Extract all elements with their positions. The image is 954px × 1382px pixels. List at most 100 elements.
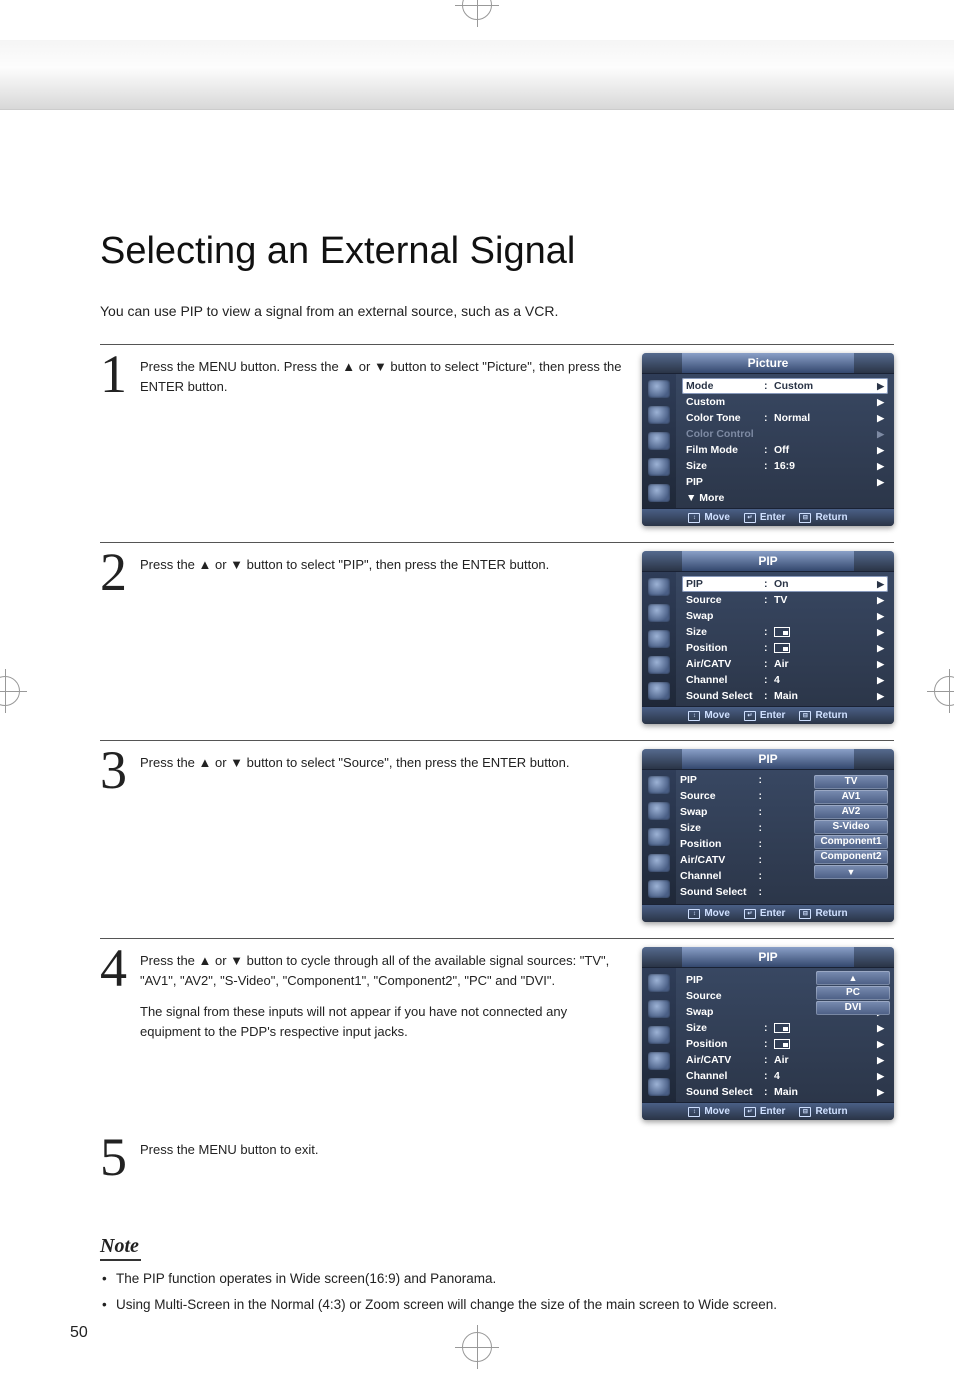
step-5: 5 Press the MENU button to exit.	[100, 1136, 894, 1195]
chevron-right-icon: ▶	[874, 611, 884, 622]
osd-row-value: TV	[774, 594, 874, 606]
step-text: Press the ▲ or ▼ button to select "PIP",…	[140, 551, 549, 575]
chevron-right-icon: ▶	[874, 1087, 884, 1098]
move-icon: ↕	[688, 1107, 700, 1117]
osd-source-option: AV1	[814, 790, 888, 804]
osd-menu-row: Swap▶	[682, 608, 888, 624]
osd-category-icons	[642, 374, 676, 508]
step-number: 2	[100, 551, 132, 594]
osd-row-label: Air/CATV	[686, 1054, 764, 1066]
chevron-right-icon: ▶	[874, 595, 884, 606]
hint-enter: Enter	[760, 1106, 786, 1117]
osd-row-label: Position	[686, 642, 764, 654]
step-number: 3	[100, 749, 132, 792]
osd-row-value: Air	[774, 1054, 874, 1066]
osd-row-label: Color Control	[686, 428, 764, 440]
osd-row-value	[774, 642, 874, 654]
osd-footer: ↕Move ↵Enter ⊟Return	[642, 508, 894, 526]
step-text: Press the MENU button to exit.	[140, 1136, 318, 1160]
sound-icon	[648, 604, 670, 622]
step-text: Press the MENU button. Press the ▲ or ▼ …	[140, 353, 624, 396]
intro-text: You can use PIP to view a signal from an…	[100, 303, 894, 319]
step-number: 1	[100, 353, 132, 396]
osd-picture-menu: Picture Mode:Custom▶Custom▶Color Tone:No…	[642, 353, 894, 526]
header-band	[0, 40, 954, 110]
osd-row-value: Normal	[774, 412, 874, 424]
chevron-right-icon: ▶	[874, 643, 884, 654]
osd-row-value: Main	[774, 690, 874, 702]
setup-icon	[648, 484, 670, 502]
osd-menu-row: Channel:4▶	[682, 672, 888, 688]
picture-icon	[648, 776, 670, 794]
hint-return: Return	[815, 908, 847, 919]
enter-icon: ↵	[744, 909, 756, 919]
osd-source-option: Component2	[814, 850, 888, 864]
osd-category-icons	[642, 770, 676, 904]
osd-row-label: Channel	[686, 1070, 764, 1082]
chevron-right-icon: ▶	[874, 381, 884, 392]
setup-icon	[648, 880, 670, 898]
osd-row-label: PIP	[686, 974, 764, 986]
osd-menu-row: ▼ More	[682, 490, 888, 506]
osd-footer: ↕Move ↵Enter ⊟Return	[642, 706, 894, 724]
osd-row-label: Size	[686, 460, 764, 472]
osd-menu-row: Channel:4▶	[682, 1068, 888, 1084]
sound-icon	[648, 802, 670, 820]
osd-row-label: Position	[686, 1038, 764, 1050]
sound-icon	[648, 406, 670, 424]
osd-row-value: Custom	[774, 380, 874, 392]
channel-icon	[648, 630, 670, 648]
chevron-right-icon: ▶	[874, 429, 884, 440]
osd-row-label: Film Mode	[686, 444, 764, 456]
osd-source-option: ▲	[816, 971, 890, 985]
return-icon: ⊟	[799, 909, 811, 919]
osd-row-value: Main	[774, 1086, 874, 1098]
osd-source-option: AV2	[814, 805, 888, 819]
pip-position-icon	[774, 1039, 790, 1049]
osd-menu-row: Custom▶	[682, 394, 888, 410]
function-icon	[648, 656, 670, 674]
osd-row-value: 4	[774, 674, 874, 686]
osd-row-label: Source	[686, 990, 764, 1002]
note-item: Using Multi-Screen in the Normal (4:3) o…	[100, 1295, 894, 1315]
picture-icon	[648, 974, 670, 992]
note-item: The PIP function operates in Wide screen…	[100, 1269, 894, 1289]
step-2: 2 Press the ▲ or ▼ button to select "PIP…	[100, 542, 894, 740]
osd-row-label: Source	[686, 594, 764, 606]
osd-menu-row: Sound Select:Main▶	[682, 688, 888, 704]
chevron-right-icon: ▶	[874, 1071, 884, 1082]
osd-category-icons	[642, 968, 676, 1102]
osd-row-value	[774, 1038, 874, 1050]
osd-row-label: Custom	[686, 396, 764, 408]
osd-source-option: TV	[814, 775, 888, 789]
hint-move: Move	[704, 512, 730, 523]
osd-row-value: On	[774, 578, 874, 590]
note-heading: Note	[100, 1235, 141, 1261]
osd-row-label: Swap :	[680, 806, 762, 822]
hint-return: Return	[815, 512, 847, 523]
osd-title: Picture	[642, 353, 894, 374]
osd-row-label: Air/CATV :	[680, 854, 762, 870]
channel-icon	[648, 828, 670, 846]
osd-row-label: Color Tone	[686, 412, 764, 424]
osd-row-label: ▼ More	[686, 492, 764, 504]
channel-icon	[648, 432, 670, 450]
enter-icon: ↵	[744, 711, 756, 721]
osd-category-icons	[642, 572, 676, 706]
osd-menu-row: Sound Select:Main▶	[682, 1084, 888, 1100]
osd-row-label: Mode	[686, 380, 764, 392]
hint-move: Move	[704, 1106, 730, 1117]
osd-row-label: PIP :	[680, 774, 762, 790]
step-1: 1 Press the MENU button. Press the ▲ or …	[100, 344, 894, 542]
osd-title: PIP	[642, 551, 894, 572]
osd-source-option: Component1	[814, 835, 888, 849]
return-icon: ⊟	[799, 1107, 811, 1117]
osd-row-label: Sound Select :	[680, 886, 762, 902]
osd-pip-source-cycle: PIP ▲PCDVI PIP▶Source▶Swap▶Size:▶Positio…	[642, 947, 894, 1120]
osd-row-label: Size	[686, 1022, 764, 1034]
osd-row-label: Air/CATV	[686, 658, 764, 670]
osd-menu-row: Color Tone:Normal▶	[682, 410, 888, 426]
osd-title: PIP	[642, 749, 894, 770]
hint-enter: Enter	[760, 908, 786, 919]
chevron-right-icon: ▶	[874, 413, 884, 424]
